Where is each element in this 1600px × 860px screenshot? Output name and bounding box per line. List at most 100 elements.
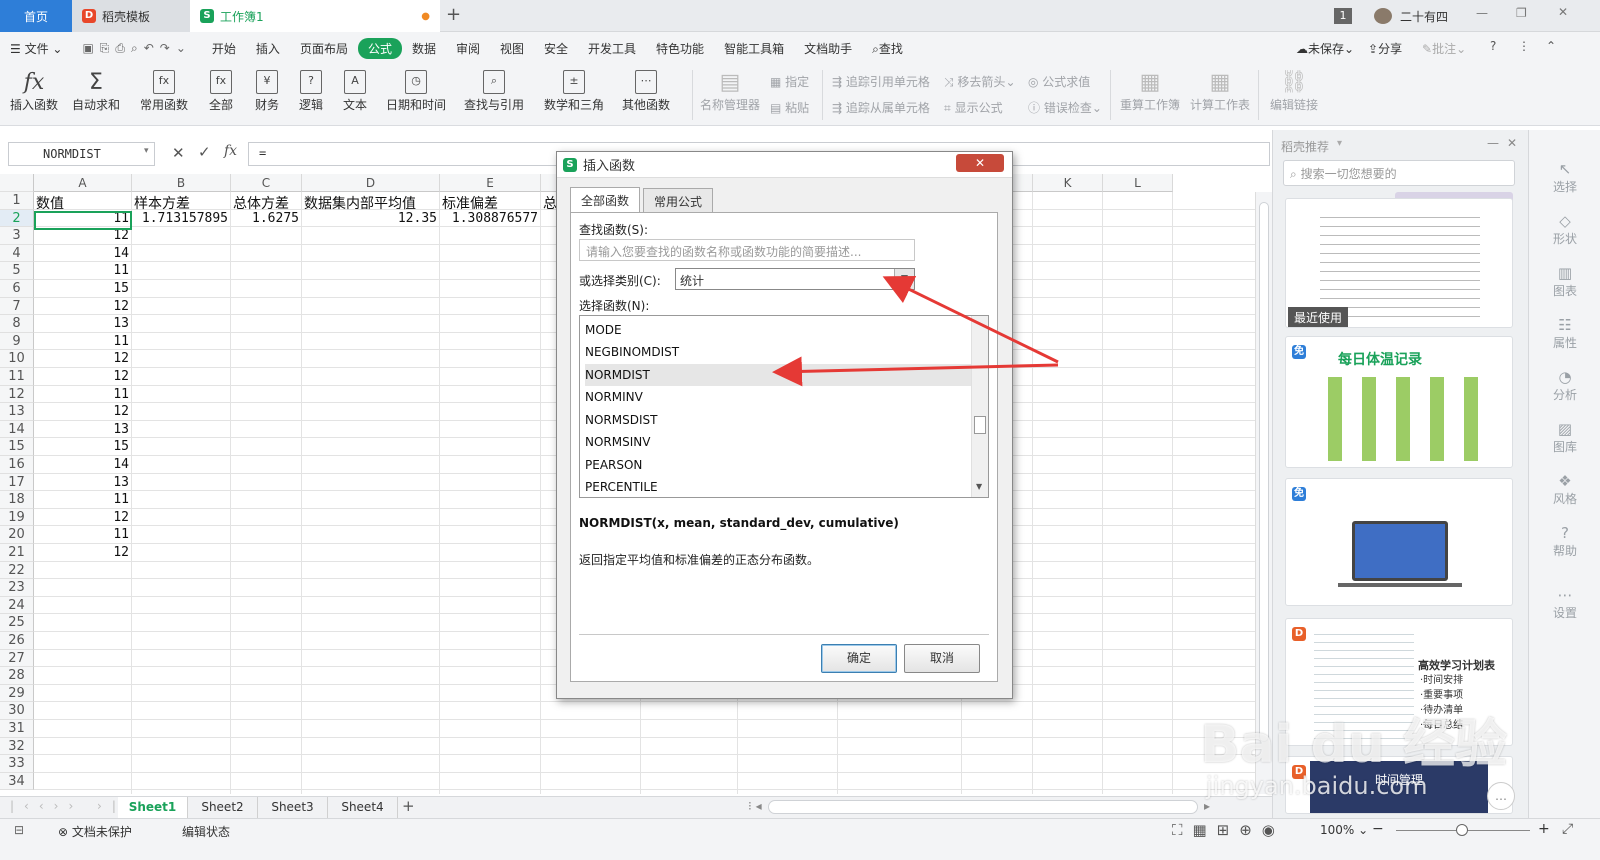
cell[interactable]: 1.308876577 [442,211,538,229]
menu-formula[interactable]: 公式 [357,37,402,59]
row-header[interactable]: 27 [0,649,34,668]
function-list-scrollbar[interactable]: ▼ [971,316,988,497]
menu-developer[interactable]: 开发工具 [578,40,646,57]
vertical-scroll-thumb[interactable] [1259,202,1269,742]
cell[interactable]: 12 [36,510,129,528]
edit-links-button[interactable]: ⛓ 编辑链接 [1270,68,1318,113]
sheet-nav-arrows[interactable]: |‹‹›› ›| [10,799,126,813]
row-header[interactable]: 29 [0,684,34,703]
view-mode-icons[interactable]: ⛶▦⊞⊕◉ [1172,821,1285,839]
function-list[interactable]: MODE NEGBINOMDIST NORMDIST NORMINV NORMS… [579,315,989,498]
menu-doc-assistant[interactable]: 文档助手 [794,40,862,57]
cell[interactable]: 12 [36,299,129,317]
column-header[interactable]: B [132,174,231,192]
cell[interactable]: 样本方差 [134,193,228,211]
template-card-3[interactable]: 免 [1285,478,1513,606]
row-header[interactable]: 17 [0,473,34,492]
cell[interactable]: 14 [36,457,129,475]
row-header[interactable]: 6 [0,280,34,298]
row-header[interactable]: 15 [0,438,34,456]
row-header[interactable]: 12 [0,385,34,404]
row-header[interactable]: 16 [0,456,34,474]
menu-start[interactable]: 开始 [202,40,246,57]
row-header[interactable]: 8 [0,315,34,333]
column-header[interactable]: A [34,174,132,192]
error-check-button[interactable]: ⓘ 错误检查⌄ [1028,99,1102,116]
row-header[interactable]: 21 [0,544,34,562]
remove-arrows-button[interactable]: ⤨ 移去箭头⌄ [944,73,1016,90]
menu-security[interactable]: 安全 [534,40,578,57]
function-item-selected[interactable]: NORMDIST [585,364,971,386]
cell[interactable]: 数据集内部平均值 [304,193,437,211]
cell[interactable]: 11 [36,492,129,510]
lookup-button[interactable]: ⌕ 查找与引用 [464,68,524,113]
zoom-in-icon[interactable]: + [1538,821,1550,837]
row-header[interactable]: 7 [0,297,34,316]
panel-search-input[interactable]: ⌕ 搜索一切您想要的 [1283,160,1515,186]
row-header[interactable]: 33 [0,755,34,773]
cell[interactable]: 12.35 [304,211,437,229]
row-header[interactable]: 22 [0,561,34,580]
zoom-out-icon[interactable]: − [1372,821,1384,837]
show-formula-button[interactable]: ⌗ 显示公式 [944,99,1003,116]
quick-access-icons[interactable]: ▣⎘⎙⌕↶↷⌄ [72,41,201,56]
function-item[interactable]: PERCENTILE [585,476,971,497]
panel-pin-icon[interactable]: — [1487,136,1499,150]
unsaved-button[interactable]: ☁未保存⌄ [1296,40,1354,57]
tab-common-formulas[interactable]: 常用公式 [643,188,714,212]
minimize-icon[interactable]: — [1476,6,1488,20]
scroll-right-icon[interactable]: ▸ [1204,799,1210,813]
rail-shape[interactable]: ◇ 形状 [1529,212,1600,247]
more-icon[interactable]: ⋮ [1518,39,1530,53]
scroll-left-icon[interactable]: ⁝ ◂ [748,799,762,813]
row-header[interactable]: 10 [0,350,34,368]
rail-settings[interactable]: ⋯ 设置 [1529,586,1600,621]
finance-button[interactable]: ¥ 财务 [252,68,282,113]
panel-close-icon[interactable]: ✕ [1507,136,1517,150]
close-window-icon[interactable]: ✕ [1558,5,1568,19]
rail-chart[interactable]: ▥ 图表 [1529,264,1600,299]
column-header[interactable]: E [440,174,541,192]
menu-data[interactable]: 数据 [402,40,446,57]
menu-insert[interactable]: 插入 [246,40,290,57]
name-manager-button[interactable]: ▤ 名称管理器 [700,68,760,113]
add-sheet-button[interactable]: + [402,797,415,815]
rail-style[interactable]: ❖ 风格 [1529,472,1600,507]
tab-all-functions[interactable]: 全部函数 [570,187,641,213]
cell[interactable]: 11 [36,263,129,281]
rail-analysis[interactable]: ◔ 分析 [1529,368,1600,403]
scroll-down-icon[interactable]: ▼ [976,482,982,491]
chat-icon[interactable]: … [1487,782,1515,810]
cell[interactable]: 总体方差 [233,193,299,211]
row-header[interactable]: 19 [0,508,34,527]
row-header[interactable]: 14 [0,420,34,439]
function-item[interactable]: PEARSON [585,454,971,476]
window-count-badge[interactable]: 1 [1334,8,1352,24]
cancel-button[interactable]: 取消 [904,644,980,673]
rail-select[interactable]: ↖ 选择 [1529,160,1600,195]
column-header[interactable]: C [231,174,302,192]
sheet-tab-3[interactable]: Sheet3 [258,797,328,818]
row-header[interactable]: 23 [0,579,34,597]
sheet-tab-2[interactable]: Sheet2 [188,797,258,818]
fx-icon[interactable]: fx [224,143,237,159]
tab-workbook[interactable]: S 工作簿1 ● [190,0,440,32]
trace-precedents-button[interactable]: ⇶ 追踪引用单元格 [832,73,930,90]
row-header[interactable]: 26 [0,632,34,650]
row-header[interactable]: 5 [0,262,34,280]
row-header[interactable]: 4 [0,244,34,263]
cell[interactable]: 1.6275 [233,211,299,229]
status-layout-icon[interactable]: ⊟ [14,823,24,837]
chevron-down-icon[interactable]: ▼ [894,269,914,289]
function-item[interactable]: NORMINV [585,386,971,408]
zoom-level[interactable]: 100% ⌄ [1320,823,1368,837]
collapse-ribbon-icon[interactable]: ⌃ [1546,39,1556,53]
tab-home[interactable]: 首页 [0,0,72,32]
row-header[interactable]: 31 [0,720,34,738]
common-functions-button[interactable]: fx 常用函数 [140,68,188,113]
logic-button[interactable]: ? 逻辑 [296,68,326,113]
template-card-1[interactable]: 免 最近使用 [1285,198,1513,328]
function-item[interactable]: NORMSDIST [585,409,971,431]
row-header[interactable]: 11 [0,368,34,386]
row-header[interactable]: 9 [0,332,34,351]
